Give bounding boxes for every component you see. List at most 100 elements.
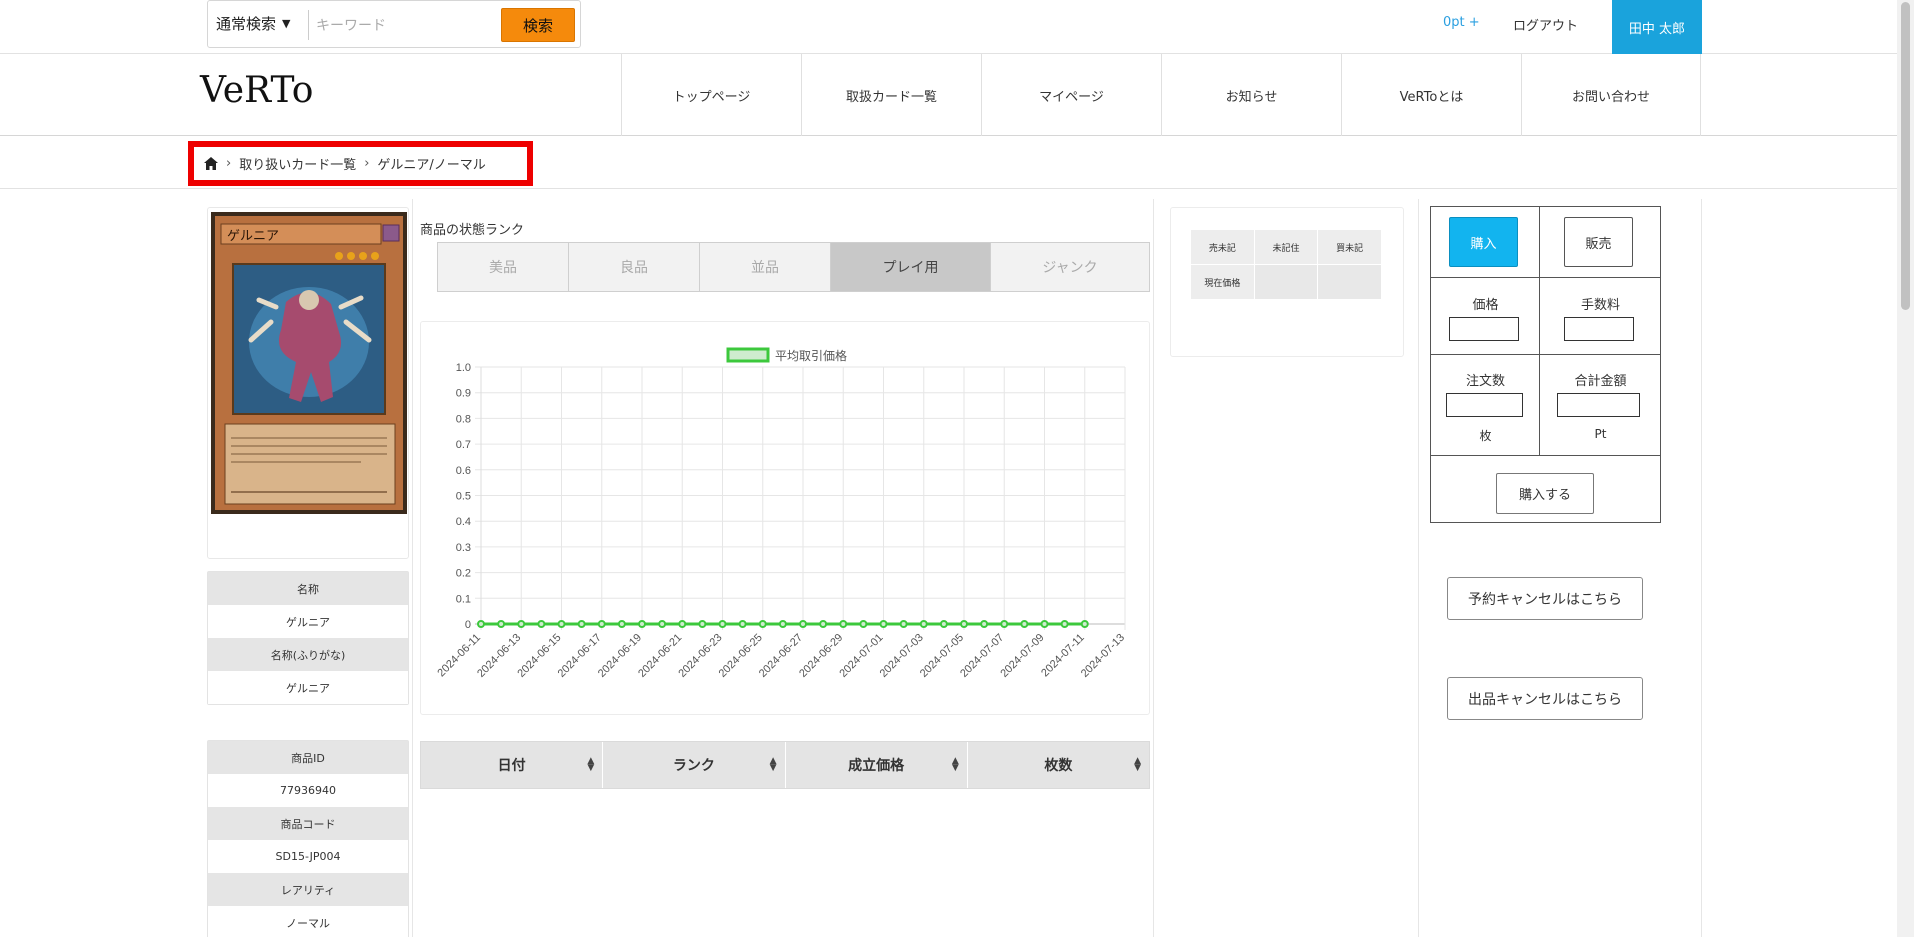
chart-data-point xyxy=(638,620,646,628)
price-input[interactable] xyxy=(1449,317,1519,341)
total-unit: Pt xyxy=(1594,427,1607,441)
search-box: 通常検索 ▼ 検索 xyxy=(207,0,581,48)
card-id-table: 商品ID 77936940 商品コード SD15-JP004 レアリティ ノーマ… xyxy=(207,740,409,937)
tab-rank-play[interactable]: プレイ用 xyxy=(831,243,991,291)
chart-y-tick-label: 0.8 xyxy=(456,413,471,425)
breadcrumb-bar: › 取り扱いカード一覧 › ゲルニア/ノーマル xyxy=(0,137,1914,189)
chart-data-point xyxy=(939,620,948,628)
breadcrumb: › 取り扱いカード一覧 › ゲルニア/ノーマル xyxy=(188,141,533,186)
sell-tab-button[interactable]: 販売 xyxy=(1564,217,1633,267)
chart-y-tick-label: 0.7 xyxy=(456,439,471,451)
price-label: 価格 xyxy=(1472,298,1499,313)
sort-icon[interactable]: ▲ ▼ xyxy=(587,757,594,773)
fee-label: 手数料 xyxy=(1580,298,1620,313)
rarity-value: ノーマル xyxy=(208,906,408,937)
chart-data-point xyxy=(879,620,888,628)
chart-y-tick-label: 0.2 xyxy=(456,568,471,580)
fee-input[interactable] xyxy=(1564,317,1634,341)
page-scrollbar[interactable] xyxy=(1897,0,1914,937)
quantity-input[interactable] xyxy=(1446,393,1523,417)
tab-rank-fair[interactable]: 並品 xyxy=(700,243,831,291)
code-value: SD15-JP004 xyxy=(208,840,408,873)
history-col-rank[interactable]: ランク ▲ ▼ xyxy=(603,742,786,788)
rank-tabs: 美品 良品 並品 プレイ用 ジャンク xyxy=(437,242,1150,292)
chart-data-point xyxy=(1080,620,1089,628)
search-mode-select[interactable]: 通常検索 ▼ xyxy=(216,13,290,34)
nav-card-list[interactable]: 取扱カード一覧 xyxy=(801,54,981,136)
chart-data-point xyxy=(698,620,707,628)
nav-news[interactable]: お知らせ xyxy=(1161,54,1341,136)
nav-about[interactable]: VeRToとは xyxy=(1341,54,1521,136)
chart-x-tick-label: 2024-07-09 xyxy=(998,632,1046,680)
buy-tab-button[interactable]: 購入 xyxy=(1449,217,1518,267)
price-summary-table: 売未記 未記住 買未記 現在価格 xyxy=(1190,229,1382,300)
reservation-cancel-button[interactable]: 予約キャンセルはこちら xyxy=(1447,577,1643,620)
price-chart-panel: 0 0.1 0.2 0.3 0.4 0.5 0.6 0.7 0.8 0.9 1.0 2024-06-1… xyxy=(420,321,1150,715)
tab-rank-mint[interactable]: 美品 xyxy=(438,243,569,291)
search-button[interactable]: 検索 xyxy=(501,8,575,42)
column-divider xyxy=(1153,199,1154,937)
history-col-date[interactable]: 日付 ▲ ▼ xyxy=(421,742,604,788)
chart-data-point xyxy=(597,620,606,628)
nav-my-page[interactable]: マイページ xyxy=(981,54,1161,136)
breadcrumb-separator-icon: › xyxy=(226,156,232,171)
main-nav: トップページ 取扱カード一覧 マイページ お知らせ VeRToとは お問い合わせ xyxy=(621,54,1701,136)
price-col-mid: 未記住 xyxy=(1253,229,1319,265)
sort-icon[interactable]: ▲ ▼ xyxy=(1134,757,1141,773)
sort-icon[interactable]: ▲ ▼ xyxy=(770,757,777,773)
chart-data-point xyxy=(497,620,506,628)
card-image: ゲルニア xyxy=(211,212,407,514)
chart-y-tick-label: 1.0 xyxy=(456,362,471,374)
main-content: ゲルニア 名称 ゲルニア 名称(ふりがな) ゲルニア 商品ID 77936940… xyxy=(202,199,1702,937)
chart-data-point xyxy=(678,620,687,628)
chart-y-tick-label: 0.1 xyxy=(456,593,471,605)
price-cell-empty xyxy=(1253,264,1319,300)
logout-link[interactable]: ログアウト xyxy=(1513,15,1578,34)
chevron-down-icon: ▼ xyxy=(282,17,291,30)
chart-data-point xyxy=(839,620,848,628)
purchase-submit-button[interactable]: 購入する xyxy=(1496,473,1594,514)
chart-data-point xyxy=(799,620,807,628)
top-bar: 通常検索 ▼ 検索 0pt + ログアウト 田中 太郎 xyxy=(0,0,1914,54)
chart-data-point xyxy=(1020,620,1029,628)
site-logo[interactable]: VeRTo xyxy=(200,70,313,111)
user-menu[interactable]: 田中 太郎 xyxy=(1612,0,1702,54)
chart-data-point xyxy=(758,620,767,628)
price-col-buy: 買未記 xyxy=(1317,229,1382,265)
price-row-current: 現在価格 xyxy=(1190,264,1255,300)
points-link[interactable]: 0pt + xyxy=(1443,15,1480,30)
breadcrumb-separator-icon: › xyxy=(364,156,370,171)
total-input[interactable] xyxy=(1557,393,1640,417)
chart-data-point xyxy=(778,620,787,628)
chart-x-tick-label: 2024-07-13 xyxy=(1079,632,1127,680)
chart-data-point xyxy=(617,620,626,628)
nav-top-page[interactable]: トップページ xyxy=(621,54,801,136)
chart-data-point xyxy=(537,620,546,628)
chart-legend-swatch xyxy=(726,347,770,363)
history-col-price[interactable]: 成立価格 ▲ ▼ xyxy=(786,742,968,788)
chart-y-tick-label: 0 xyxy=(465,619,471,631)
rank-label: 商品の状態ランク xyxy=(420,223,525,238)
tab-rank-good[interactable]: 良品 xyxy=(569,243,700,291)
kana-label: 名称(ふりがな) xyxy=(208,638,408,671)
listing-cancel-button[interactable]: 出品キャンセルはこちら xyxy=(1447,677,1643,720)
card-name-on-image: ゲルニア xyxy=(227,229,279,244)
breadcrumb-item-card-list[interactable]: 取り扱いカード一覧 xyxy=(239,154,356,173)
chart-y-tick-label: 0.3 xyxy=(456,542,471,554)
sort-icon[interactable]: ▲ ▼ xyxy=(952,757,959,773)
trade-history-table-header: 日付 ▲ ▼ ランク ▲ ▼ 成立価格 ▲ ▼ 枚数 ▲ ▼ xyxy=(420,741,1150,789)
search-input[interactable] xyxy=(316,10,496,40)
history-col-date-label: 日付 xyxy=(497,758,526,774)
home-icon[interactable] xyxy=(204,157,218,170)
nav-contact[interactable]: お問い合わせ xyxy=(1521,54,1701,136)
history-col-qty[interactable]: 枚数 ▲ ▼ xyxy=(968,742,1149,788)
chart-y-tick-label: 0.5 xyxy=(456,491,471,503)
chart-legend-label: 平均取引価格 xyxy=(775,348,847,363)
chart-data-point xyxy=(577,620,586,628)
name-value: ゲルニア xyxy=(208,605,408,638)
rarity-label: レアリティ xyxy=(208,873,408,906)
total-label: 合計金額 xyxy=(1574,374,1627,389)
scrollbar-thumb[interactable] xyxy=(1901,2,1910,310)
tab-rank-junk[interactable]: ジャンク xyxy=(991,243,1149,291)
chart-data-point xyxy=(899,620,908,628)
